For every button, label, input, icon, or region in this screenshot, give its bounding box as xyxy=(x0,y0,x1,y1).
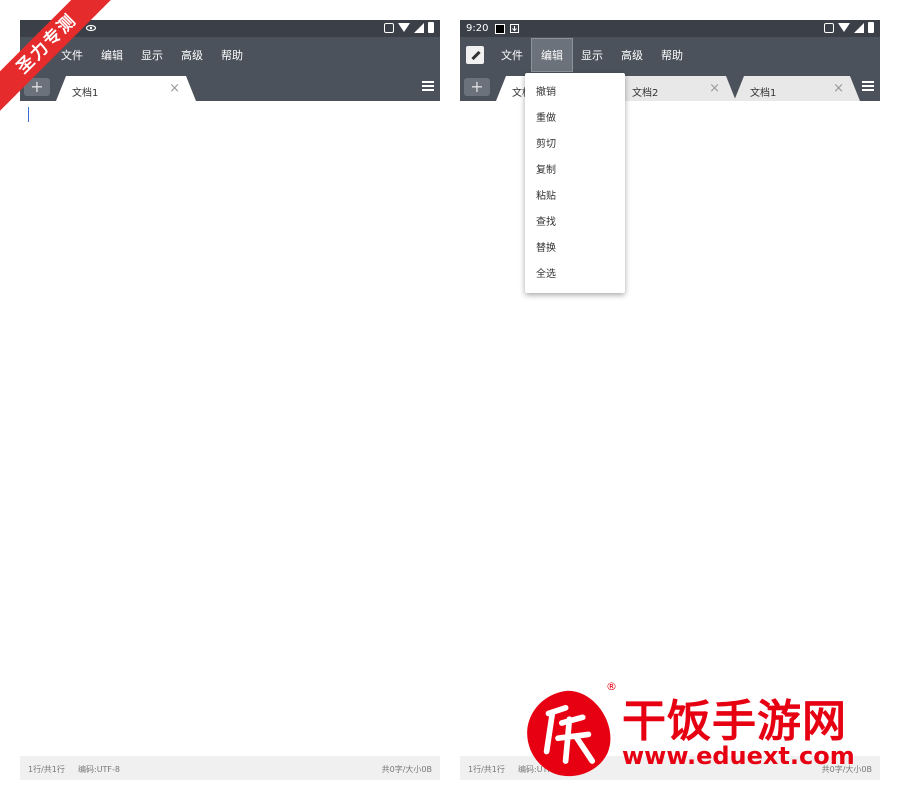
wifi-icon xyxy=(398,23,410,32)
ribbon-label: 圣力专测 xyxy=(0,0,118,115)
notification-square-icon xyxy=(495,24,505,34)
menu-find[interactable]: 查找 xyxy=(525,210,625,236)
registered-mark: ® xyxy=(606,680,617,693)
status-bar: 9:20 xyxy=(460,20,880,37)
line-count: 1行/共1行 xyxy=(468,765,505,774)
close-icon[interactable]: × xyxy=(709,81,720,96)
download-notification-icon xyxy=(510,24,519,33)
battery-icon xyxy=(428,22,434,33)
menu-view[interactable]: 显示 xyxy=(572,39,612,71)
menu-file[interactable]: 文件 xyxy=(492,39,532,71)
status-time: 9:20 xyxy=(466,23,489,34)
menu-replace[interactable]: 替换 xyxy=(525,236,625,262)
menu-help[interactable]: 帮助 xyxy=(212,39,252,71)
tab-label: 文档1 xyxy=(750,88,777,99)
tab-label: 文档2 xyxy=(632,88,659,99)
edit-dropdown-menu: 撤销 重做 剪切 复制 粘贴 查找 替换 全选 xyxy=(525,73,625,293)
menu-view[interactable]: 显示 xyxy=(132,39,172,71)
menu-edit[interactable]: 编辑 xyxy=(531,38,573,72)
menu-cut[interactable]: 剪切 xyxy=(525,132,625,158)
vibrate-icon xyxy=(384,22,394,33)
app-logo-icon[interactable] xyxy=(466,46,484,64)
menu-bar: 文件 编辑 显示 高级 帮助 xyxy=(460,37,880,73)
signal-icon xyxy=(854,22,864,33)
add-tab-button[interactable]: + xyxy=(464,78,490,96)
battery-icon xyxy=(868,22,874,33)
char-count: 共0字/大小0B xyxy=(381,765,432,774)
status-footer: 1行/共1行 编码:UTF-8 共0字/大小0B xyxy=(20,756,440,780)
menu-undo[interactable]: 撤销 xyxy=(525,80,625,106)
signal-icon xyxy=(414,22,424,33)
tab-list-icon[interactable] xyxy=(862,81,874,91)
text-editor[interactable] xyxy=(460,101,880,756)
encoding-label: 编码:UTF-8 xyxy=(78,765,121,774)
tab-bar: + 文档 × 文档2 × 文档1 × xyxy=(460,73,880,101)
close-icon[interactable]: × xyxy=(833,81,844,96)
left-screen: 文件 编辑 显示 高级 帮助 + 文档1 × 1行/共1行 编码:UTF-8 共… xyxy=(20,20,440,780)
vibrate-icon xyxy=(824,22,834,33)
menu-advanced[interactable]: 高级 xyxy=(172,39,212,71)
system-icons xyxy=(384,22,434,33)
watermark-url: www.eduext.com xyxy=(622,742,855,770)
corner-ribbon: 圣力专测 xyxy=(0,0,120,120)
line-count: 1行/共1行 xyxy=(28,765,65,774)
watermark-logo-icon xyxy=(527,690,611,777)
text-editor[interactable] xyxy=(20,101,440,756)
menu-help[interactable]: 帮助 xyxy=(652,39,692,71)
tab-document-1[interactable]: 文档1 × xyxy=(734,76,860,101)
wifi-icon xyxy=(838,23,850,32)
system-icons xyxy=(824,22,874,33)
right-screen: 9:20 文件 编辑 显示 高级 帮助 + 文档 × 文档2 × 文档1 xyxy=(460,20,880,780)
menu-paste[interactable]: 粘贴 xyxy=(525,184,625,210)
menu-copy[interactable]: 复制 xyxy=(525,158,625,184)
menu-redo[interactable]: 重做 xyxy=(525,106,625,132)
tab-list-icon[interactable] xyxy=(422,81,434,91)
site-watermark: ® 干饭手游网 www.eduext.com xyxy=(520,680,890,785)
close-icon[interactable]: × xyxy=(169,81,180,96)
menu-advanced[interactable]: 高级 xyxy=(612,39,652,71)
watermark-name: 干饭手游网 xyxy=(622,696,847,747)
menu-select-all[interactable]: 全选 xyxy=(525,262,625,288)
tab-document-2[interactable]: 文档2 × xyxy=(616,76,736,101)
